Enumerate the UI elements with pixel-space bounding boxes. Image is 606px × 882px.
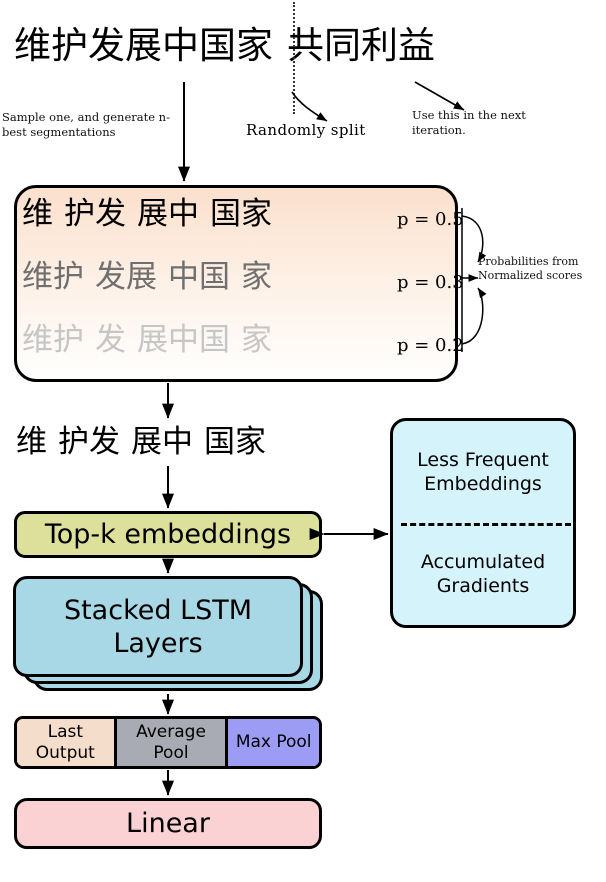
linear-label: Linear	[126, 808, 210, 839]
segment-token: 护发	[64, 196, 126, 232]
input-sentence-part2: 共同利益	[287, 24, 435, 67]
annotation-sample-generate: Sample one, and generate n-best segmenta…	[2, 110, 170, 139]
pooling-bar: Last Output Average Pool Max Pool	[14, 716, 322, 769]
max-pool-cell[interactable]: Max Pool	[228, 719, 319, 766]
accumulated-gradients-label: Accumulated Gradients	[420, 551, 546, 597]
segment-token: 展中	[137, 196, 199, 232]
segment-token: 国家	[210, 196, 272, 232]
segment-token: 家	[241, 322, 272, 358]
linear-node[interactable]: Linear	[14, 798, 322, 849]
average-pool-cell[interactable]: Average Pool	[113, 719, 229, 766]
segment-token: 维	[16, 424, 47, 460]
top-k-embeddings-node[interactable]: Top-k embeddings	[14, 511, 322, 558]
segment-token: 展中国	[137, 322, 230, 358]
side-box-dashed-divider	[401, 523, 571, 526]
segmentation-row: 维护发展中国家	[22, 259, 272, 295]
arrow-randomly-split	[291, 91, 328, 122]
segmentation-probability: p = 0.3	[397, 272, 464, 293]
input-sentence: 维护发展中国家 共同利益	[14, 24, 435, 68]
last-output-cell[interactable]: Last Output	[17, 719, 114, 766]
memory-side-box[interactable]: Less Frequent Embeddings Accumulated Gra…	[390, 418, 576, 628]
segment-token: 展中	[131, 424, 193, 460]
chosen-segmentation: 维护发 展中 国家	[16, 424, 266, 460]
stacked-lstm-layers-node[interactable]: Stacked LSTM Layers	[13, 576, 303, 677]
accumulated-gradients-section: Accumulated Gradients	[393, 523, 573, 625]
segment-token: 维护	[22, 322, 84, 358]
less-frequent-embeddings-label: Less Frequent Embeddings	[417, 449, 549, 495]
stacked-lstm-label-line2: Layers	[113, 627, 203, 659]
stacked-lstm-label-line1: Stacked LSTM	[63, 594, 253, 626]
arrow-use-next-iteration	[414, 81, 465, 111]
segmentation-probability: p = 0.5	[397, 209, 464, 230]
segment-token: 维	[22, 196, 53, 232]
annotation-randomly-split: Randomly split	[246, 121, 366, 139]
annotation-use-next-iteration: Use this in the next iteration.	[412, 108, 526, 137]
average-pool-label: Average Pool	[136, 721, 206, 763]
segment-token: 国家	[204, 424, 266, 460]
segmentation-probability: p = 0.2	[397, 335, 464, 356]
last-output-label: Last Output	[35, 721, 95, 763]
figure-canvas: 维护发展中国家 共同利益 Sample one, and generate n-b…	[0, 0, 606, 882]
curve-prob-bottom	[461, 287, 487, 345]
segment-token: 维护	[22, 259, 84, 295]
annotation-probabilities-normalized: Probabilities from Normalized scores	[478, 255, 583, 282]
segmentation-row: 维护发展中国家	[22, 196, 272, 232]
segment-token: 家	[241, 259, 272, 295]
max-pool-label: Max Pool	[235, 732, 312, 752]
segment-token: 中国	[168, 259, 230, 295]
less-frequent-embeddings-section: Less Frequent Embeddings	[393, 421, 573, 523]
segmentation-row: 维护发展中国家	[22, 322, 272, 358]
split-divider-dotted-line	[293, 2, 295, 114]
top-k-embeddings-label: Top-k embeddings	[44, 519, 292, 550]
segment-token: 发	[95, 322, 126, 358]
segment-token: 护发	[58, 424, 120, 460]
segment-token: 发展	[95, 259, 157, 295]
input-sentence-part1: 维护发展中国家	[14, 24, 273, 67]
